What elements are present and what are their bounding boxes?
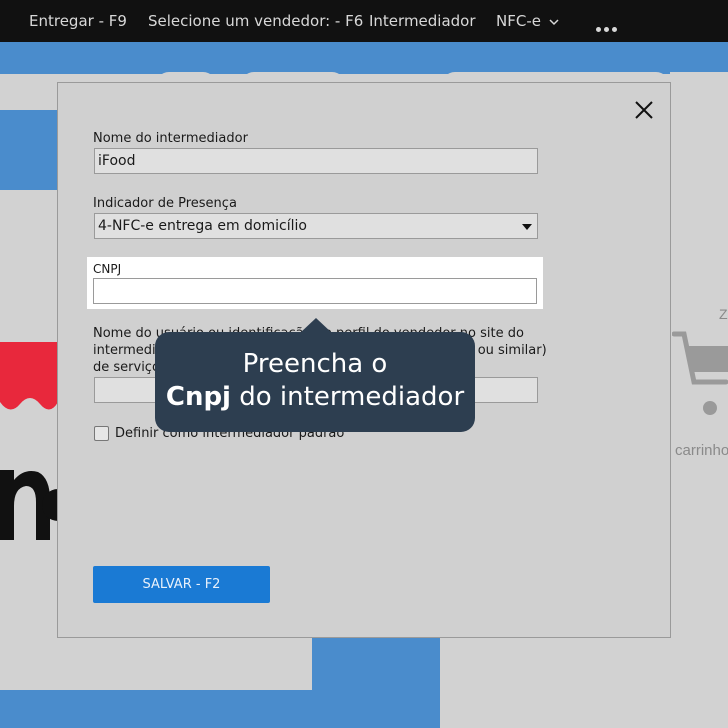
cnpj-tooltip: Preencha o Cnpj do intermediador [155, 332, 475, 432]
background-letter: Z [719, 306, 728, 322]
presence-select[interactable]: 4-NFC-e entrega em domicílio [94, 213, 538, 239]
background-left-panel [0, 110, 58, 190]
intermediary-name-label: Nome do intermediador [93, 131, 248, 146]
nav-select-seller[interactable]: Selecione um vendedor: - F6 [148, 12, 363, 30]
tooltip-line1: Preencha o [242, 349, 388, 379]
cnpj-input[interactable] [93, 278, 537, 304]
more-options-icon[interactable] [596, 19, 620, 37]
tooltip-pointer [300, 318, 332, 333]
cart-label: carrinho [675, 442, 728, 459]
presence-label: Indicador de Presença [93, 196, 237, 211]
background-right-band [670, 42, 728, 72]
nav-nfce[interactable]: NFC-e [496, 12, 559, 30]
cnpj-highlight: CNPJ [87, 257, 543, 309]
brand-logo-text [0, 470, 58, 540]
tooltip-line2-rest: do intermediador [230, 382, 465, 412]
presence-selected-value: 4-NFC-e entrega em domicílio [98, 218, 307, 234]
save-button[interactable]: SALVAR - F2 [93, 566, 270, 603]
background-right-card [441, 637, 728, 728]
cnpj-label: CNPJ [93, 262, 122, 276]
chevron-down-icon [549, 18, 559, 25]
brand-logo-red [0, 342, 58, 410]
top-navbar: Entregar - F9 Selecione um vendedor: - F… [0, 0, 728, 42]
background-bottom-strip [0, 690, 312, 728]
nav-intermediary[interactable]: Intermediador [369, 12, 476, 30]
background-bottom-blue [312, 637, 440, 728]
nav-nfce-label: NFC-e [496, 12, 541, 30]
tooltip-line2: Cnpj do intermediador [155, 382, 475, 412]
intermediary-name-input[interactable]: iFood [94, 148, 538, 174]
background-header-band [0, 42, 728, 74]
background-bottom-left [0, 637, 312, 691]
nav-entregar[interactable]: Entregar - F9 [29, 12, 127, 30]
dropdown-arrow-icon [522, 224, 532, 230]
default-intermediary-checkbox[interactable] [94, 426, 109, 441]
tooltip-bold-word: Cnpj [165, 382, 231, 412]
close-icon[interactable] [633, 99, 655, 121]
cart-icon [672, 331, 728, 415]
